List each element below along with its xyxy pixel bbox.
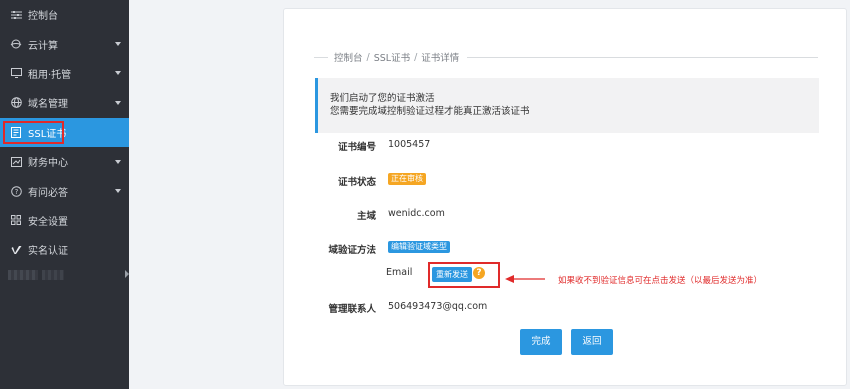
help-icon[interactable]: ? [473,267,485,279]
back-button[interactable]: 返回 [571,329,613,355]
done-button[interactable]: 完成 [520,329,562,355]
breadcrumb-separator: / [366,51,370,63]
grid-icon [10,214,22,226]
vimeo-icon [10,244,22,256]
sliders-icon [10,9,22,21]
sidebar-item-console[interactable]: 控制台 [0,0,129,29]
monitor-icon [10,67,22,79]
question-icon: ? [10,185,22,197]
username-blurred [42,270,64,280]
collapse-arrow-icon[interactable] [125,270,129,278]
chevron-down-icon [115,71,121,76]
sidebar-item-faq[interactable]: ? 有问必答 [0,176,129,205]
notice-line-1: 我们启动了您的证书激活 [330,93,435,104]
cert-no-label: 证书编号 [337,142,376,153]
finance-icon [10,156,22,168]
activation-notice: 我们启动了您的证书激活 您需要完成域控制验证过程才能真正激活该证书 [315,78,819,133]
notice-line-2: 您需要完成域控制验证过程才能真正激活该证书 [330,106,530,117]
chevron-down-icon [115,159,121,164]
cert-no-value: 1005457 [388,139,431,150]
domain-value: wenidc.com [388,208,445,219]
status-badge: 正在审核 [388,173,426,185]
sidebar-item-label: 租用·托管 [28,69,72,81]
domain-label: 主域 [356,211,376,222]
admin-contact-label: 管理联系人 [328,304,376,315]
sidebar-item-security[interactable]: 安全设置 [0,206,129,235]
edit-verify-type-button[interactable]: 编辑验证域类型 [388,241,450,253]
breadcrumb-separator: / [414,51,418,63]
highlight-box [3,120,64,144]
sidebar-item-finance[interactable]: 财务中心 [0,147,129,176]
divider [467,56,818,58]
user-profile[interactable] [0,262,129,288]
sidebar-item-ssl[interactable]: SSL证书 [0,117,129,147]
chevron-down-icon [115,100,121,105]
certificate-detail-card: 控制台 / SSL证书 / 证书详情 我们启动了您的证书激活 您需要完成域控制验… [283,8,847,386]
divider [314,56,328,58]
admin-contact-value: 506493473@qq.com [388,301,488,312]
globe-icon [10,97,22,109]
sidebar-item-domain[interactable]: 域名管理 [0,88,129,117]
sidebar-item-label: 安全设置 [28,216,68,228]
status-label: 证书状态 [337,177,376,188]
sidebar-item-cloud[interactable]: 云计算 [0,29,129,58]
sidebar-item-label: 云计算 [28,40,58,52]
breadcrumb-console[interactable]: 控制台 [334,50,363,64]
email-label: Email [386,267,413,278]
cloud-icon [10,38,22,50]
chevron-down-icon [115,189,121,194]
avatar [8,270,38,280]
sidebar-item-label: 有问必答 [28,187,68,199]
sidebar-item-label: 控制台 [28,11,58,23]
sidebar-item-label: 财务中心 [28,158,68,170]
breadcrumb-ssl[interactable]: SSL证书 [374,50,410,64]
breadcrumb: 控制台 / SSL证书 / 证书详情 [314,50,818,64]
arrow-icon [505,275,545,283]
resend-hint-annotation: 如果收不到验证信息可在点击发送（以最后发送为准） [558,276,763,286]
sidebar-item-label: 实名认证 [28,246,68,258]
chevron-down-icon [115,42,121,47]
sidebar: 控制台 云计算 租用·托管 域名管理 SSL证书 财务中心 ? 有问必答 安全设… [0,0,129,389]
svg-text:?: ? [14,188,18,196]
sidebar-item-label: 域名管理 [28,99,68,111]
resend-button[interactable]: 重新发送 [432,267,472,282]
verify-method-label: 域验证方法 [328,245,376,256]
sidebar-item-realname[interactable]: 实名认证 [0,235,129,264]
sidebar-item-hosting[interactable]: 租用·托管 [0,59,129,88]
breadcrumb-current: 证书详情 [421,53,460,64]
